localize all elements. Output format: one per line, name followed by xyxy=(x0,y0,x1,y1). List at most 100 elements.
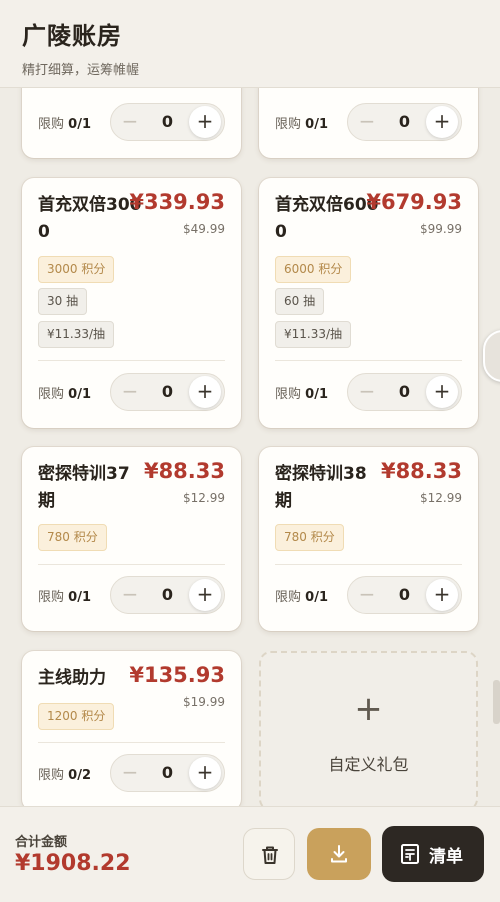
quantity-value: 0 xyxy=(161,763,174,782)
draws-tag: 60 抽 xyxy=(275,288,325,315)
points-tag: 780 积分 xyxy=(38,524,107,551)
increase-button[interactable]: + xyxy=(426,106,458,138)
quantity-stepper: − 0 + xyxy=(110,754,225,792)
purchase-limit-label: 限购 xyxy=(38,590,65,605)
app-header: 广陵账房 精打细算，运筹帷幄 xyxy=(0,0,500,88)
product-card-agent-training-38: 密探特训38期 ¥88.33 $12.99 780 积分 限购 0/1 − 0 … xyxy=(259,447,478,631)
decrease-button[interactable]: − xyxy=(114,579,146,611)
total-amount: ¥1908.22 xyxy=(15,851,131,876)
app-root: 广陵账房 精打细算，运筹帷幄 限购 0/1 − 0 + 限购 0/1 − 0 +… xyxy=(0,0,500,902)
quantity-value: 0 xyxy=(398,112,411,131)
price-usd: $19.99 xyxy=(183,695,225,709)
purchase-limit-value: 0/1 xyxy=(68,387,91,402)
receipt-icon xyxy=(401,844,419,864)
floating-avatar[interactable] xyxy=(483,330,500,382)
quantity-stepper: − 0 + xyxy=(110,373,225,411)
quantity-value: 0 xyxy=(398,382,411,401)
product-card-agent-training-37: 密探特训37期 ¥88.33 $12.99 780 积分 限购 0/1 − 0 … xyxy=(22,447,241,631)
points-tag: 780 积分 xyxy=(275,524,344,551)
purchase-limit-label: 限购 xyxy=(38,387,65,402)
price-usd: $99.99 xyxy=(420,222,462,236)
per-draw-tag: ¥11.33/抽 xyxy=(275,321,352,348)
purchase-limit-value: 0/1 xyxy=(68,117,91,132)
quantity-stepper: − 0 + xyxy=(347,103,462,141)
list-button-label: 清单 xyxy=(429,847,463,867)
app-title: 广陵账房 xyxy=(22,22,122,50)
plus-icon: + xyxy=(354,689,383,729)
download-icon xyxy=(331,845,347,863)
purchase-limit: 限购 0/1 xyxy=(38,383,91,402)
price-cny: ¥679.93 xyxy=(366,190,462,214)
price-usd: $12.99 xyxy=(420,491,462,505)
draws-tag: 30 抽 xyxy=(38,288,88,315)
purchase-limit-value: 0/1 xyxy=(305,590,328,605)
quantity-value: 0 xyxy=(161,382,174,401)
price-cny: ¥88.33 xyxy=(143,459,225,483)
product-name: 密探特训38期 xyxy=(275,464,367,511)
divider xyxy=(38,564,225,565)
quantity-value: 0 xyxy=(161,112,174,131)
increase-button[interactable]: + xyxy=(189,106,221,138)
quantity-stepper: − 0 + xyxy=(110,576,225,614)
purchase-limit: 限购 0/1 xyxy=(275,586,328,605)
custom-pack-label: 自定义礼包 xyxy=(328,755,409,774)
purchase-limit-value: 0/1 xyxy=(305,387,328,402)
points-tag: 6000 积分 xyxy=(275,256,352,283)
purchase-limit-label: 限购 xyxy=(275,590,302,605)
product-name: 首充双倍6000 xyxy=(275,195,379,242)
increase-button[interactable]: + xyxy=(426,579,458,611)
app-subtitle: 精打细算，运筹帷幄 xyxy=(22,63,140,78)
divider xyxy=(38,742,225,743)
list-button[interactable]: 清单 xyxy=(382,826,484,882)
purchase-limit-label: 限购 xyxy=(275,387,302,402)
product-card-main-story-boost: 主线助力 ¥135.93 $19.99 1200 积分 限购 0/2 − 0 + xyxy=(22,651,241,811)
price-cny: ¥135.93 xyxy=(129,663,225,687)
per-draw-tag: ¥11.33/抽 xyxy=(38,321,115,348)
purchase-limit-value: 0/1 xyxy=(305,117,328,132)
quantity-stepper: − 0 + xyxy=(347,576,462,614)
decrease-button[interactable]: − xyxy=(114,376,146,408)
decrease-button[interactable]: − xyxy=(351,376,383,408)
purchase-limit: 限购 0/1 xyxy=(275,113,328,132)
scrollbar-thumb[interactable] xyxy=(493,680,500,724)
increase-button[interactable]: + xyxy=(189,579,221,611)
divider xyxy=(38,360,225,361)
product-card-first-recharge-6000: 首充双倍6000 ¥679.93 $99.99 6000 积分 60 抽 ¥11… xyxy=(259,178,478,428)
quantity-stepper: − 0 + xyxy=(347,373,462,411)
quantity-stepper: − 0 + xyxy=(110,103,225,141)
purchase-limit-label: 限购 xyxy=(38,768,65,783)
decrease-button[interactable]: − xyxy=(351,579,383,611)
purchase-limit: 限购 0/1 xyxy=(275,383,328,402)
purchase-limit: 限购 0/2 xyxy=(38,764,91,783)
purchase-limit-label: 限购 xyxy=(275,117,302,132)
custom-pack-button[interactable]: + 自定义礼包 xyxy=(259,651,478,811)
price-cny: ¥339.93 xyxy=(129,190,225,214)
decrease-button[interactable]: − xyxy=(351,106,383,138)
product-name: 首充双倍3000 xyxy=(38,195,142,242)
increase-button[interactable]: + xyxy=(189,757,221,789)
purchase-limit-value: 0/2 xyxy=(68,768,91,783)
purchase-limit-value: 0/1 xyxy=(68,590,91,605)
quantity-value: 0 xyxy=(161,585,174,604)
points-tag: 1200 积分 xyxy=(38,703,115,730)
increase-button[interactable]: + xyxy=(189,376,221,408)
price-usd: $49.99 xyxy=(183,222,225,236)
divider xyxy=(275,360,462,361)
decrease-button[interactable]: − xyxy=(114,757,146,789)
clear-button[interactable] xyxy=(243,828,295,880)
purchase-limit: 限购 0/1 xyxy=(38,113,91,132)
decrease-button[interactable]: − xyxy=(114,106,146,138)
price-cny: ¥88.33 xyxy=(380,459,462,483)
purchase-limit-label: 限购 xyxy=(38,117,65,132)
price-usd: $12.99 xyxy=(183,491,225,505)
download-button[interactable] xyxy=(307,828,371,880)
quantity-value: 0 xyxy=(398,585,411,604)
summary-footer: 合计金额 ¥1908.22 清单 xyxy=(0,806,500,902)
increase-button[interactable]: + xyxy=(426,376,458,408)
product-card-first-recharge-3000: 首充双倍3000 ¥339.93 $49.99 3000 积分 30 抽 ¥11… xyxy=(22,178,241,428)
total-label: 合计金额 xyxy=(15,835,68,850)
trash-icon xyxy=(262,846,278,864)
points-tag: 3000 积分 xyxy=(38,256,115,283)
divider xyxy=(275,564,462,565)
purchase-limit: 限购 0/1 xyxy=(38,586,91,605)
